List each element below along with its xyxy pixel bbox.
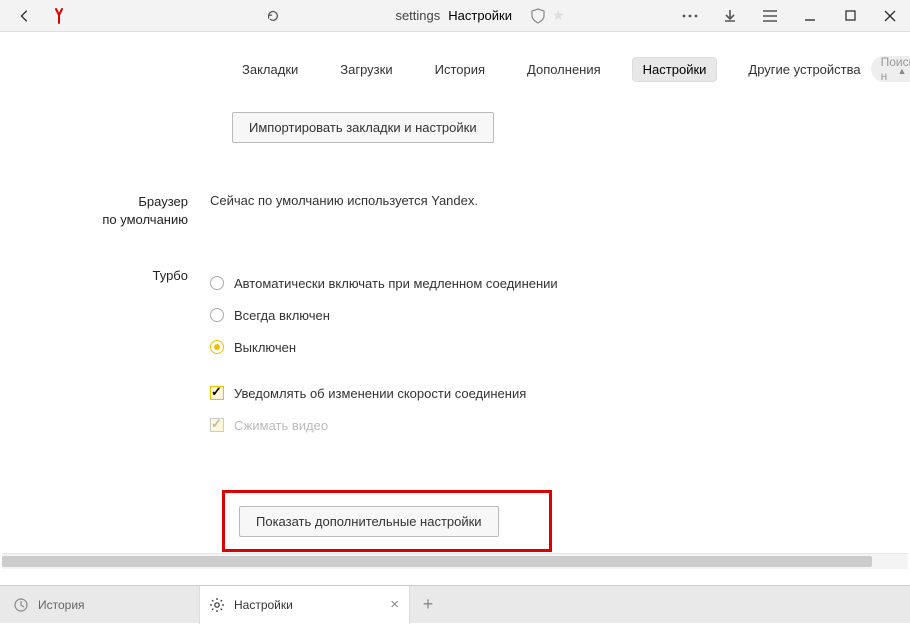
minimize-button[interactable] (790, 0, 830, 32)
active-tab-label: Настройки (234, 598, 293, 612)
horizontal-scrollbar[interactable] (2, 553, 908, 569)
tab-other-devices[interactable]: Другие устройства (738, 58, 870, 81)
clock-icon (14, 598, 28, 612)
checkbox-icon-disabled (210, 418, 224, 432)
active-tab-settings[interactable]: Настройки × (200, 586, 410, 624)
close-window-button[interactable] (870, 0, 910, 32)
history-tab[interactable]: История (0, 586, 200, 624)
section-default-browser: Браузер по умолчанию Сейчас по умолчанию… (0, 193, 910, 229)
checkbox-label: Сжимать видео (234, 418, 328, 433)
hamburger-icon[interactable] (750, 0, 790, 32)
new-tab-button[interactable]: + (410, 586, 446, 624)
history-tab-label: История (38, 598, 85, 612)
window-controls (670, 0, 910, 32)
address-title: Настройки (448, 8, 512, 23)
radio-label: Автоматически включать при медленном сое… (234, 276, 558, 291)
settings-nav: Закладки Загрузки История Дополнения Нас… (232, 58, 871, 81)
turbo-option-auto[interactable]: Автоматически включать при медленном сое… (210, 267, 910, 299)
page-content: ▲ Закладки Загрузки История Дополнения Н… (0, 32, 910, 569)
close-tab-icon[interactable]: × (390, 596, 399, 613)
tab-history[interactable]: История (425, 58, 495, 81)
window-titlebar: settings Настройки ★ (0, 0, 910, 32)
gear-icon (210, 598, 224, 612)
turbo-option-always[interactable]: Всегда включен (210, 299, 910, 331)
checkbox-icon-checked (210, 386, 224, 400)
scroll-up-arrow-icon[interactable]: ▲ (895, 66, 909, 80)
tab-extensions[interactable]: Дополнения (517, 58, 611, 81)
radio-icon (210, 276, 224, 290)
nav-controls (0, 0, 76, 32)
tab-bookmarks[interactable]: Закладки (232, 58, 308, 81)
radio-label: Всегда включен (234, 308, 330, 323)
turbo-label: Турбо (0, 267, 210, 285)
address-path: settings (395, 8, 440, 23)
vertical-scrollbar[interactable]: ▲ (894, 64, 910, 515)
show-advanced-settings-button[interactable]: Показать дополнительные настройки (239, 506, 499, 537)
downloads-icon[interactable] (710, 0, 750, 32)
bookmark-star-icon[interactable]: ★ (552, 7, 565, 24)
menu-dots-icon[interactable] (670, 0, 710, 32)
highlight-annotation: Показать дополнительные настройки (222, 490, 552, 552)
tab-downloads[interactable]: Загрузки (330, 58, 402, 81)
checkbox-label: Уведомлять об изменении скорости соедине… (234, 386, 526, 401)
section-turbo: Турбо Автоматически включать при медленн… (0, 267, 910, 441)
radio-label: Выключен (234, 340, 296, 355)
turbo-notify-checkbox[interactable]: Уведомлять об изменении скорости соедине… (210, 377, 910, 409)
yandex-logo[interactable] (42, 0, 76, 32)
tab-settings[interactable]: Настройки (633, 58, 717, 81)
maximize-button[interactable] (830, 0, 870, 32)
settings-nav-row: Закладки Загрузки История Дополнения Нас… (0, 32, 910, 82)
radio-icon (210, 308, 224, 322)
default-browser-label: Браузер по умолчанию (0, 193, 210, 229)
default-browser-status: Сейчас по умолчанию используется Yandex. (210, 193, 910, 208)
shield-icon (530, 8, 546, 24)
radio-icon-selected (210, 340, 224, 354)
scrollbar-thumb[interactable] (2, 556, 872, 567)
turbo-option-off[interactable]: Выключен (210, 331, 910, 363)
turbo-compress-video-checkbox: Сжимать видео (210, 409, 910, 441)
import-bookmarks-button[interactable]: Импортировать закладки и настройки (232, 112, 494, 143)
address-bar[interactable]: settings Настройки ★ (290, 7, 670, 24)
bottom-tab-bar: История Настройки × + (0, 585, 910, 623)
back-button[interactable] (8, 0, 42, 32)
reload-button[interactable] (256, 0, 290, 32)
